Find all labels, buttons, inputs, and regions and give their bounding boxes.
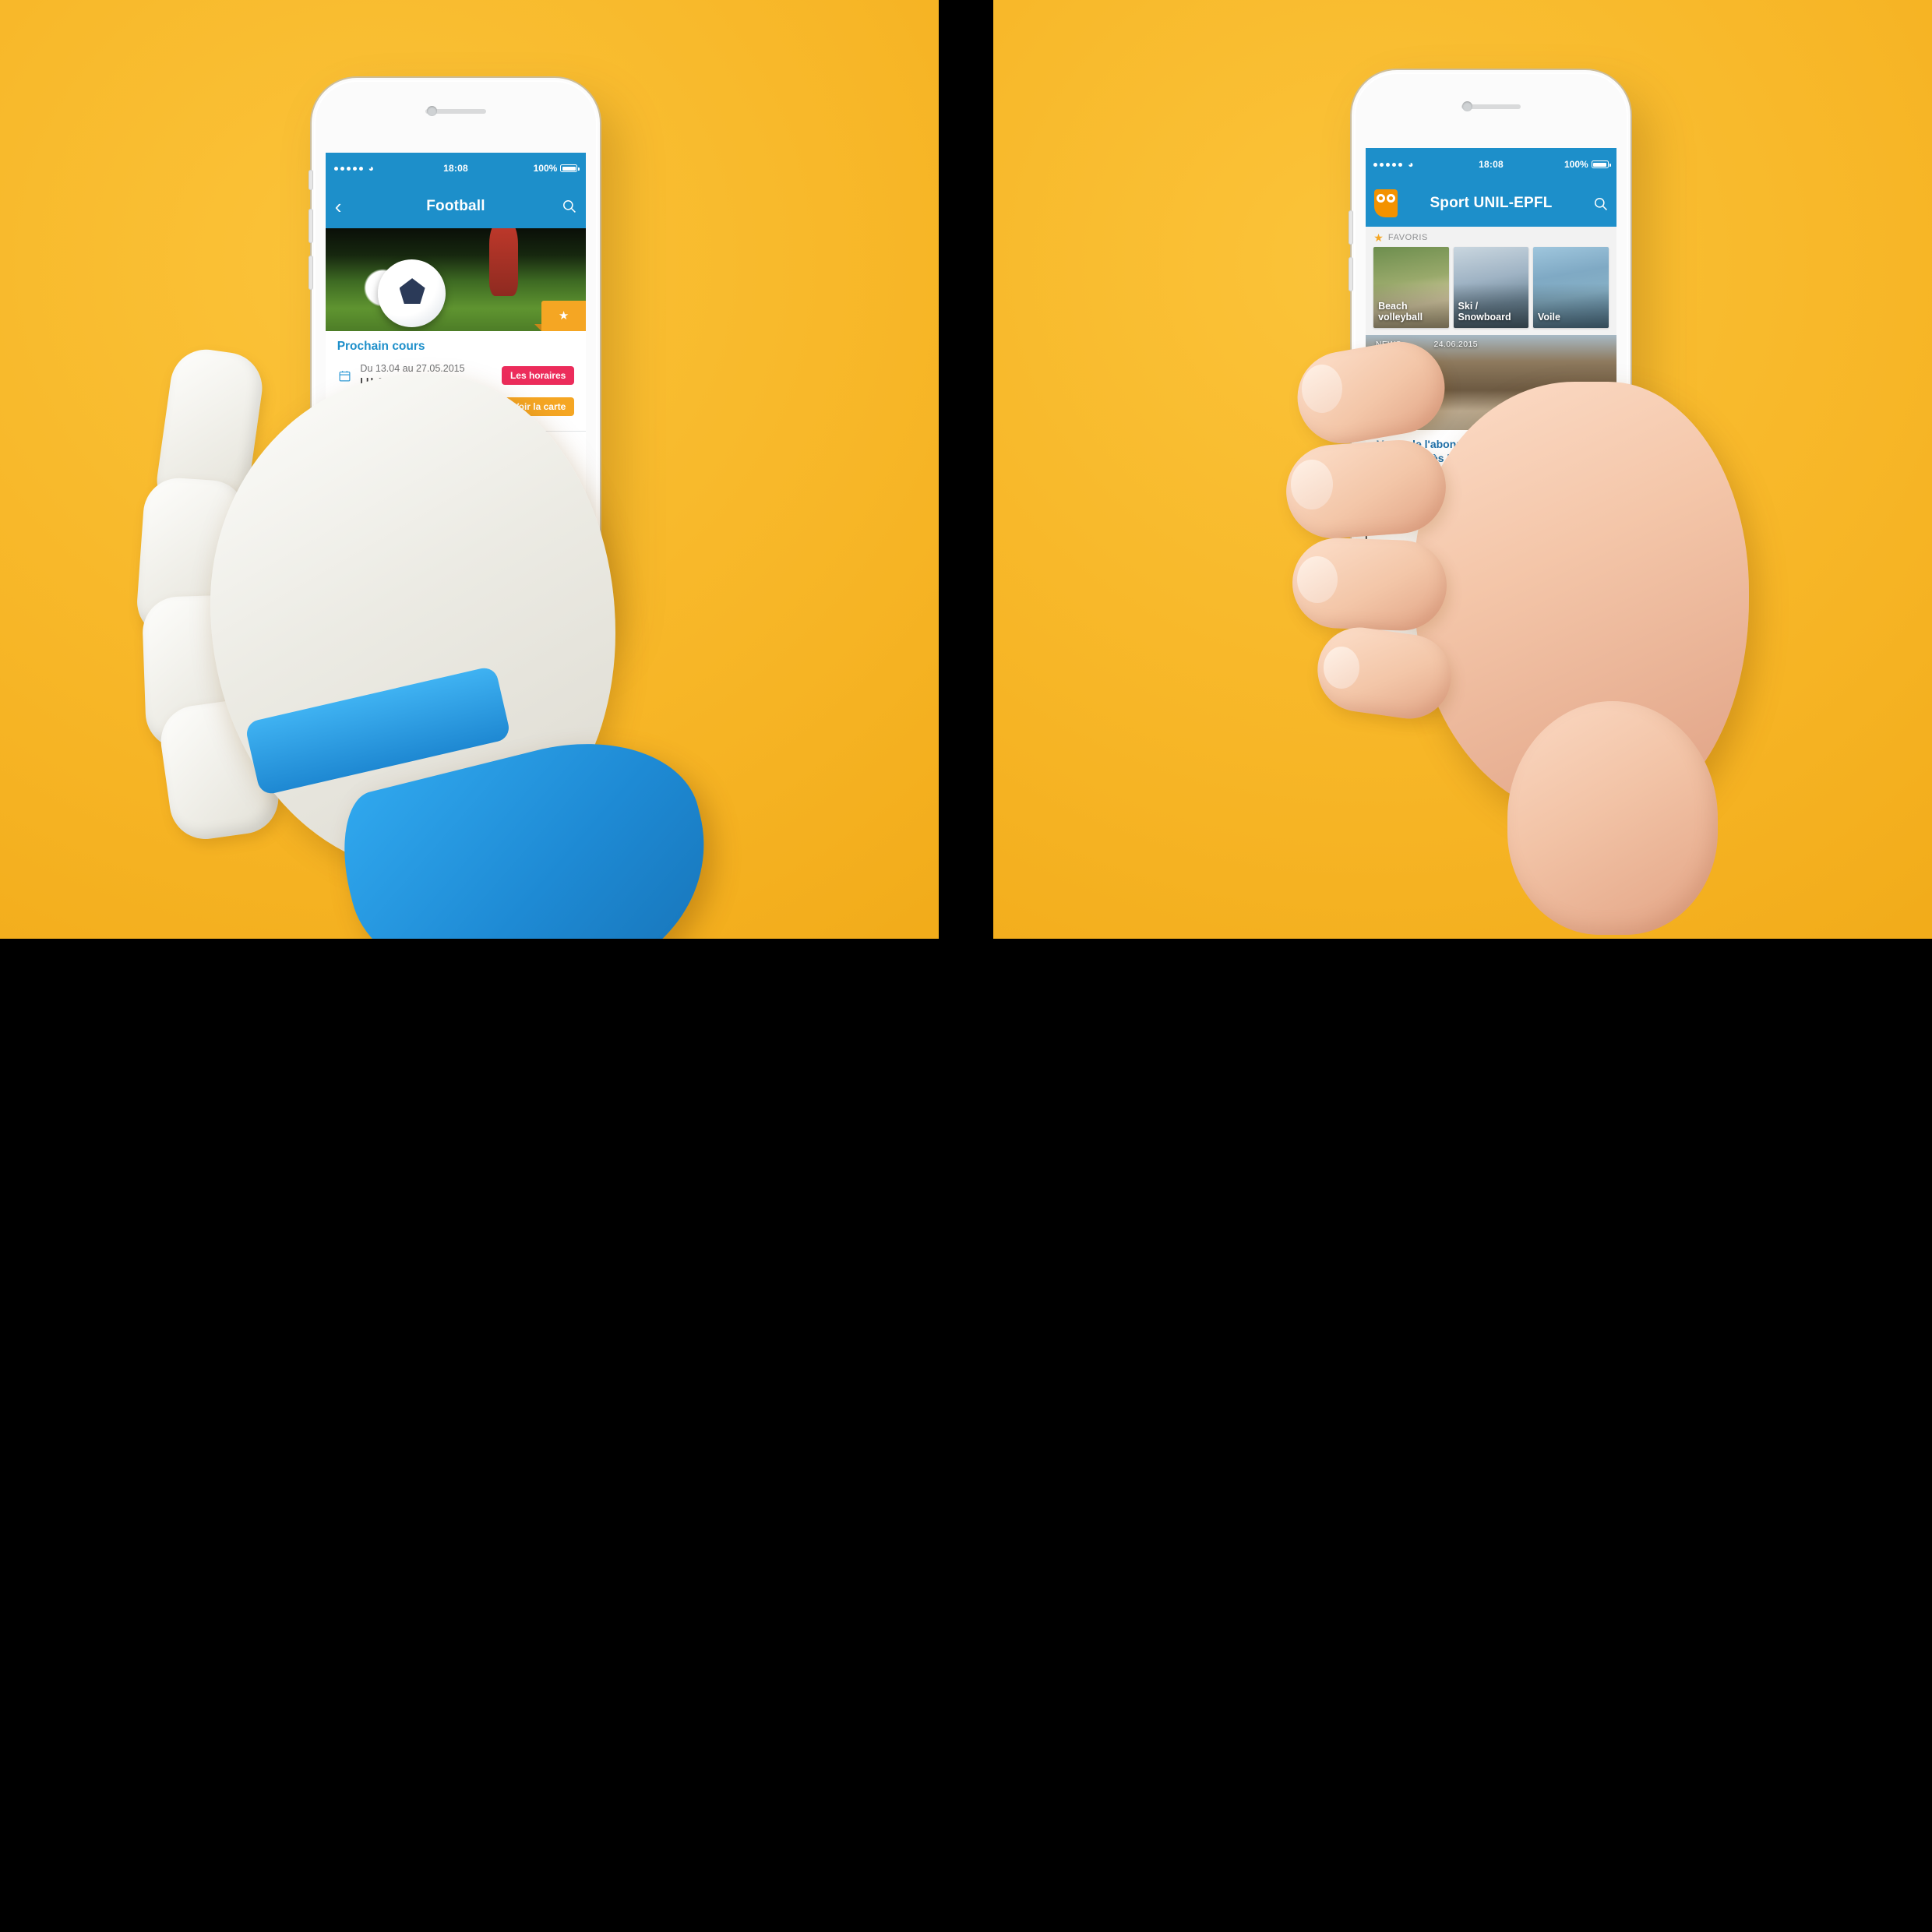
nav-bar-football: ‹ Football	[326, 184, 586, 229]
battery-percent: 100%	[533, 163, 558, 175]
battery-area: 100%	[533, 163, 580, 175]
front-camera	[1462, 101, 1472, 111]
search-icon[interactable]	[562, 199, 576, 213]
volume-up-button[interactable]	[1349, 210, 1353, 245]
carrier-signal-dots: ◕	[1373, 159, 1414, 170]
chevron-left-icon[interactable]: ‹	[335, 196, 342, 217]
wifi-icon: ◕	[1408, 159, 1414, 170]
page-title: Football	[426, 197, 485, 214]
hand-holding-phone	[1250, 265, 1920, 935]
search-icon[interactable]	[1593, 196, 1608, 211]
fingernail	[1324, 647, 1359, 689]
battery-percent: 100%	[1564, 159, 1588, 170]
panel-football: ◕ 18:08 100% ‹ Football ★ Prochain cours…	[0, 0, 939, 939]
owl-logo-icon[interactable]	[1374, 189, 1398, 218]
page-title: Sport UNIL-EPFL	[1430, 195, 1553, 212]
wifi-icon: ◕	[368, 163, 374, 175]
fingernail	[1302, 365, 1342, 413]
goalkeeper-glove-prop	[117, 257, 732, 939]
status-bar: ◕ 18:08 100%	[1366, 148, 1616, 181]
nav-bar-home: Sport UNIL-EPFL	[1366, 181, 1616, 227]
mockup-grid: ◕ 18:08 100% ‹ Football ★ Prochain cours…	[0, 0, 1932, 1932]
fingernail	[1291, 460, 1333, 509]
gutter	[0, 939, 939, 993]
battery-icon	[1591, 160, 1611, 168]
battery-icon	[560, 164, 580, 173]
status-bar: ◕ 18:08 100%	[326, 153, 586, 185]
panel-home: ◕ 18:08 100% Sport UNIL-EPFL ★ FAVORIS B…	[993, 0, 1932, 939]
thumb	[1507, 701, 1718, 935]
star-icon: ★	[1373, 231, 1384, 244]
battery-area: 100%	[1564, 159, 1611, 170]
favorites-header: ★ FAVORIS	[1366, 226, 1616, 244]
gutter	[0, 993, 1932, 1932]
favorites-label: FAVORIS	[1387, 232, 1428, 242]
volume-up-button[interactable]	[308, 209, 313, 243]
fingernail	[1297, 556, 1338, 603]
gutter	[939, 0, 993, 939]
mute-switch[interactable]	[308, 170, 313, 190]
carrier-signal-dots: ◕	[333, 163, 374, 175]
front-camera	[427, 106, 437, 116]
